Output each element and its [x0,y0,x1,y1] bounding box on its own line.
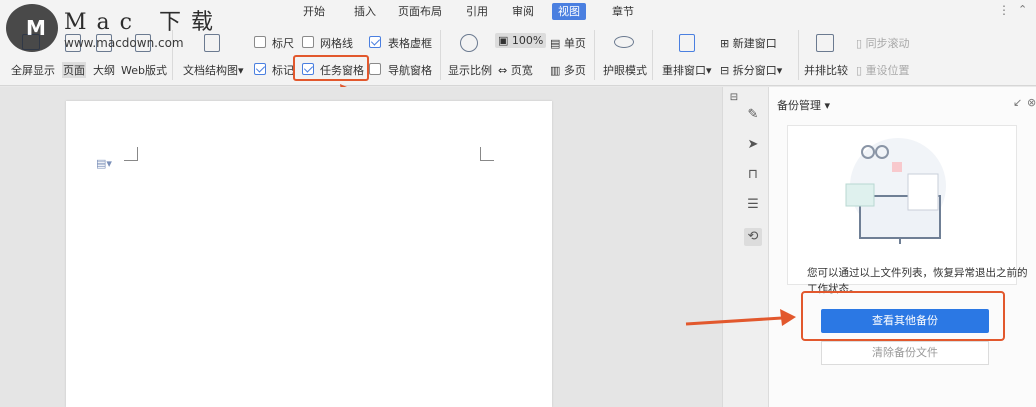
side-tools: ✎ ➤ ⊓ ☰ ⟲ [738,108,768,268]
separator [440,30,441,80]
tab-view[interactable]: 视图 [552,3,586,20]
tab-insert[interactable]: 插入 [348,3,382,20]
nav-pane-checkbox[interactable] [369,63,381,75]
table-gridlines-label: 表格虚框 [388,37,432,50]
view-other-backups-button[interactable]: 查看其他备份 [821,309,989,333]
ruler-label: 标尺 [272,37,294,50]
side-by-side-button[interactable]: 并排比较 [804,62,848,78]
lock-icon[interactable]: ⊓ [746,168,760,182]
tab-chapter[interactable]: 章节 [606,3,640,20]
gridlines-checkbox[interactable] [302,36,314,48]
doc-structure-button[interactable]: 文档结构图▾ [183,62,244,78]
cursor-icon[interactable]: ➤ [746,138,760,152]
outline-button[interactable]: 大纲 [93,62,115,78]
eye-mode-button[interactable]: 护眼模式 [603,62,647,78]
backup-panel: 备份管理 ▾ ↙ ⊗ 您可以通过以上文件列表，恢复异常退出之前的工作状态。 查看… [768,87,1036,407]
tab-page-layout[interactable]: 页面布局 [392,3,448,20]
collapse-ribbon-icon[interactable]: ⌃ [1018,3,1027,16]
more-icon[interactable]: ⋮ [998,3,1010,17]
watermark-title: Mac 下载 [64,10,223,35]
document-area[interactable]: ▤▾ [0,87,722,407]
gridlines-label: 网格线 [320,37,353,50]
backup-illustration [787,125,1017,285]
rearrange-window-button[interactable]: 重排窗口▾ [662,62,712,78]
backup-history-icon[interactable]: ⟲ [744,228,762,246]
sync-scroll-button[interactable]: ▯ 同步滚动 [856,35,910,51]
doc-structure-icon [204,34,220,52]
eye-icon [614,36,634,48]
table-gridlines-checkbox[interactable] [369,36,381,48]
tab-references[interactable]: 引用 [460,3,494,20]
monitor-illustration [845,138,946,244]
zoom-icon [460,34,478,52]
marks-checkbox[interactable] [254,63,266,75]
zoom-button[interactable]: 显示比例 [448,62,492,78]
reset-position-button[interactable]: ▯ 重设位置 [856,62,910,78]
page-width-button[interactable]: ⇔ 页宽 [498,62,533,78]
settings-sliders-icon[interactable]: ☰ [746,198,760,212]
ruler-checkbox[interactable] [254,36,266,48]
margin-corner [124,147,138,161]
new-window-button[interactable]: ⊞ 新建窗口 [720,35,777,51]
watermark-url: www.macdown.com [64,36,184,50]
arrow-to-view-button [685,309,796,326]
macdown-logo: M [6,4,58,52]
marks-label: 标记 [272,64,294,77]
side-by-side-icon [816,34,834,52]
panel-toggle-icon[interactable]: ⊟ [727,91,741,105]
backup-panel-title[interactable]: 备份管理 ▾ [777,97,830,113]
page-view-button[interactable]: 页面 [62,62,86,78]
rearrange-icon [679,34,695,52]
separator [798,30,799,80]
nav-pane-label: 导航窗格 [388,64,432,77]
document-page[interactable]: ▤▾ [66,101,552,407]
web-layout-button[interactable]: Web版式 [121,62,167,78]
multi-page-button[interactable]: ▥ 多页 [550,62,586,78]
split-window-button[interactable]: ⊟ 拆分窗口▾ [720,62,782,78]
close-icon[interactable]: ⊗ [1027,96,1036,109]
tab-start[interactable]: 开始 [297,3,331,20]
separator [594,30,595,80]
paragraph-icon[interactable]: ▤▾ [96,157,112,170]
one-page-button[interactable]: ▤ 单页 [550,35,586,51]
pen-icon[interactable]: ✎ [746,108,760,122]
full-screen-button[interactable]: 全屏显示 [11,62,55,78]
minimize-icon[interactable]: ↙ [1013,96,1022,109]
task-pane-highlight [293,55,369,81]
clear-backups-button[interactable]: 清除备份文件 [821,341,989,365]
tab-review[interactable]: 审阅 [506,3,540,20]
separator [652,30,653,80]
zoom-100-button[interactable]: ▣ 100% [495,33,547,48]
margin-corner [480,147,494,161]
